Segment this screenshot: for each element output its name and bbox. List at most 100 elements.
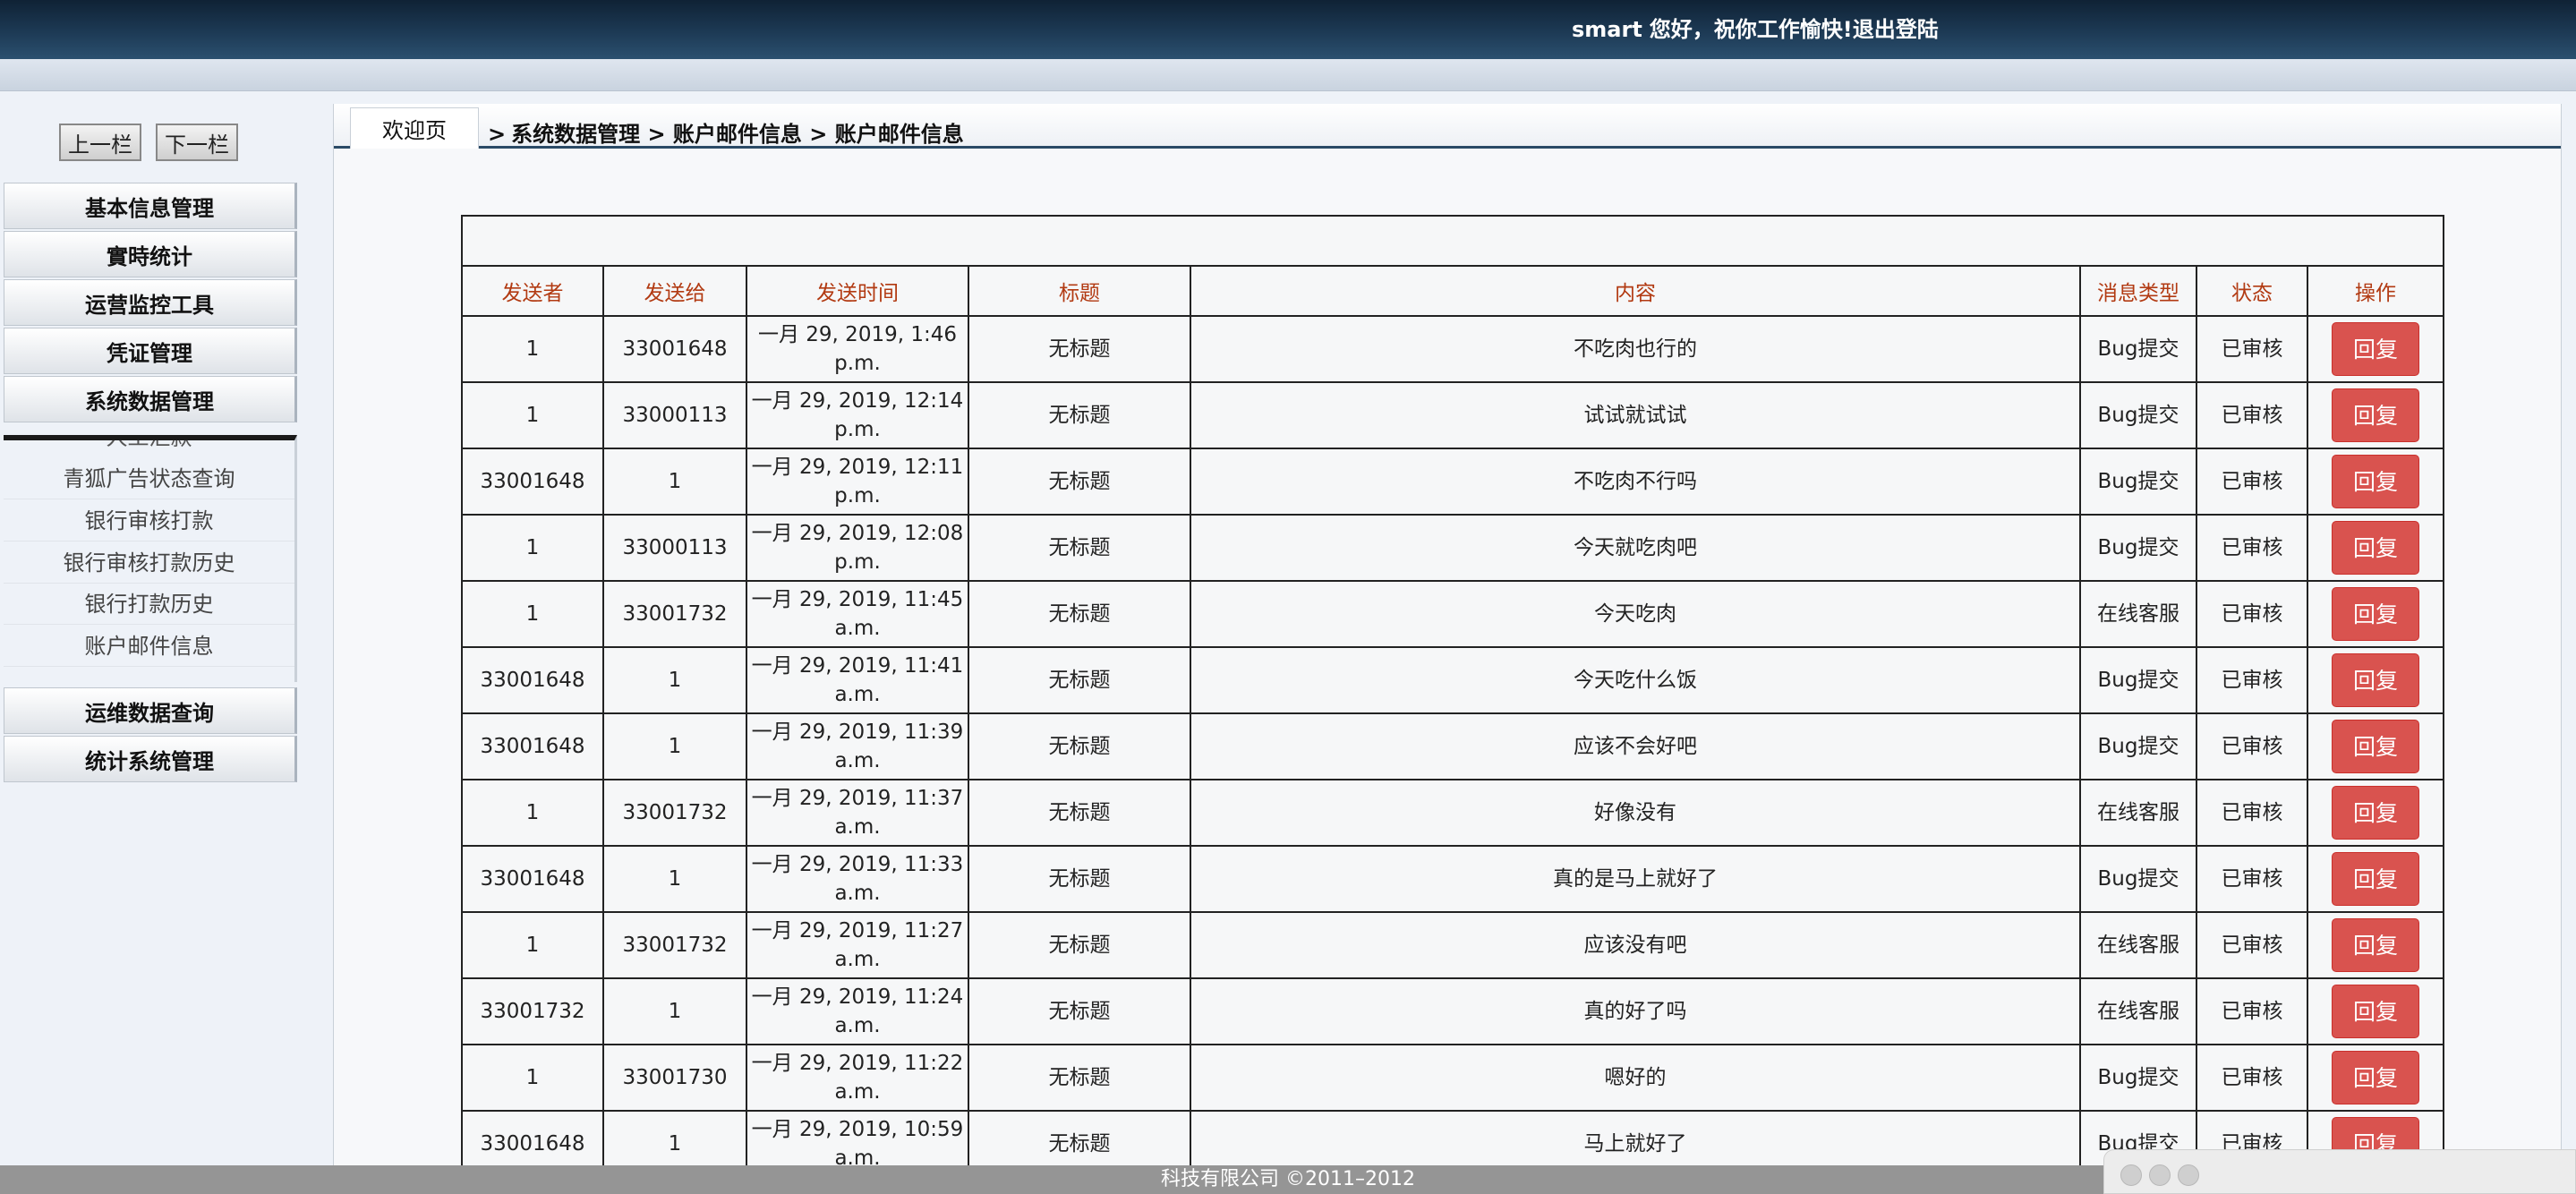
prev-section-button[interactable]: 上一栏 (59, 124, 141, 161)
menu-stats-system[interactable]: 统计系统管理 (4, 736, 297, 782)
cell-status: 已审核 (2196, 580, 2308, 648)
cell-action: 回复 (2307, 779, 2444, 847)
reply-button[interactable]: 回复 (2332, 720, 2419, 773)
cell-action: 回复 (2307, 911, 2444, 979)
reply-button[interactable]: 回复 (2332, 653, 2419, 707)
sidebar-menu-top: 基本信息管理 實時统计 运营监控工具 凭证管理 系统数据管理 (4, 183, 297, 424)
cell-action: 回复 (2307, 712, 2444, 780)
menu-voucher[interactable]: 凭证管理 (4, 328, 297, 374)
cell-time: 一月 29, 2019, 11:41 a.m. (746, 646, 969, 714)
next-section-button[interactable]: 下一栏 (156, 124, 238, 161)
cell-action: 回复 (2307, 448, 2444, 516)
cell-time: 一月 29, 2019, 11:45 a.m. (746, 580, 969, 648)
cell-sender: 1 (461, 1044, 604, 1112)
window-close-icon[interactable] (2120, 1164, 2142, 1186)
main-content: 欢迎页 > 系统数据管理 > 账户邮件信息 > 账户邮件信息 发送者 发送给 发送… (333, 104, 2562, 1178)
cell-status: 已审核 (2196, 514, 2308, 582)
submenu-item-partial[interactable]: 人工汇款 (4, 440, 294, 451)
table-row: 33001648 1 一月 29, 2019, 11:33 a.m. 无标题 真的是马上… (461, 845, 2444, 913)
cell-title: 无标题 (968, 779, 1191, 847)
cell-sender: 1 (461, 911, 604, 979)
cell-type: Bug提交 (2079, 1044, 2197, 1112)
menu-realtime-stats[interactable]: 實時统计 (4, 231, 297, 277)
username: smart (1572, 17, 1642, 42)
cell-type: Bug提交 (2079, 514, 2197, 582)
cell-sender: 33001648 (461, 845, 604, 913)
cell-content: 今天就吃肉吧 (1190, 514, 2081, 582)
cell-title: 无标题 (968, 646, 1191, 714)
cell-status: 已审核 (2196, 911, 2308, 979)
cell-action: 回复 (2307, 1044, 2444, 1112)
minimized-window[interactable] (2103, 1149, 2576, 1194)
table-row: 33001732 1 一月 29, 2019, 11:24 a.m. 无标题 真的好了吗… (461, 977, 2444, 1045)
cell-time: 一月 29, 2019, 12:11 p.m. (746, 448, 969, 516)
reply-button[interactable]: 回复 (2332, 587, 2419, 641)
sidebar: 上一栏 下一栏 基本信息管理 實時统计 运营监控工具 凭证管理 系统数据管理 人… (0, 91, 300, 1165)
cell-status: 已审核 (2196, 977, 2308, 1045)
window-minimize-icon[interactable] (2149, 1164, 2171, 1186)
window-zoom-icon[interactable] (2178, 1164, 2199, 1186)
mail-table-container: 发送者 发送给 发送时间 标题 内容 消息类型 状态 操作 1 33001648 一… (461, 215, 2444, 1178)
submenu-item-ad-status[interactable]: 青狐广告状态查询 (4, 458, 294, 499)
cell-content: 应该不会好吧 (1190, 712, 2081, 780)
submenu-item-bank-payment-history[interactable]: 银行打款历史 (4, 584, 294, 625)
welcome-tab[interactable]: 欢迎页 (350, 107, 479, 149)
cell-time: 一月 29, 2019, 11:22 a.m. (746, 1044, 969, 1112)
reply-button[interactable]: 回复 (2332, 786, 2419, 840)
col-header-type: 消息类型 (2079, 265, 2197, 317)
cell-type: 在线客服 (2079, 977, 2197, 1045)
cell-content: 试试就试试 (1190, 381, 2081, 449)
cell-sender: 1 (461, 580, 604, 648)
cell-title: 无标题 (968, 381, 1191, 449)
cell-action: 回复 (2307, 514, 2444, 582)
submenu-item-bank-review[interactable]: 银行审核打款 (4, 500, 294, 542)
table-header-row: 发送者 发送给 发送时间 标题 内容 消息类型 状态 操作 (461, 265, 2444, 317)
cell-content: 不吃肉也行的 (1190, 315, 2081, 383)
cell-time: 一月 29, 2019, 1:46 p.m. (746, 315, 969, 383)
cell-status: 已审核 (2196, 646, 2308, 714)
table-row: 1 33001732 一月 29, 2019, 11:27 a.m. 无标题 应该没有吧… (461, 911, 2444, 979)
cell-recipient: 33001730 (602, 1044, 747, 1112)
reply-button[interactable]: 回复 (2332, 852, 2419, 906)
submenu-item-bank-review-history[interactable]: 银行审核打款历史 (4, 542, 294, 584)
menu-basic-info[interactable]: 基本信息管理 (4, 183, 297, 229)
breadcrumb-path: > 系统数据管理 > 账户邮件信息 > 账户邮件信息 (468, 116, 964, 148)
reply-button[interactable]: 回复 (2332, 985, 2419, 1038)
menu-ops-monitor[interactable]: 运营监控工具 (4, 279, 297, 326)
cell-title: 无标题 (968, 911, 1191, 979)
menu-ops-data-query[interactable]: 运维数据查询 (4, 687, 297, 734)
cell-time: 一月 29, 2019, 11:27 a.m. (746, 911, 969, 979)
top-header: smart 您好，祝你工作愉快!退出登陆 (0, 0, 2576, 59)
cell-content: 好像没有 (1190, 779, 2081, 847)
cell-status: 已审核 (2196, 1044, 2308, 1112)
cell-sender: 1 (461, 779, 604, 847)
col-header-content: 内容 (1190, 265, 2081, 317)
reply-button[interactable]: 回复 (2332, 918, 2419, 972)
reply-button[interactable]: 回复 (2332, 455, 2419, 508)
cell-time: 一月 29, 2019, 11:33 a.m. (746, 845, 969, 913)
col-header-status: 状态 (2196, 265, 2308, 317)
cell-status: 已审核 (2196, 381, 2308, 449)
reply-button[interactable]: 回复 (2332, 388, 2419, 442)
breadcrumb-separator: > (488, 122, 507, 147)
menu-system-data[interactable]: 系统数据管理 (4, 376, 297, 422)
reply-button[interactable]: 回复 (2332, 521, 2419, 575)
cell-action: 回复 (2307, 845, 2444, 913)
reply-button[interactable]: 回复 (2332, 1051, 2419, 1104)
cell-title: 无标题 (968, 845, 1191, 913)
reply-button[interactable]: 回复 (2332, 322, 2419, 376)
cell-sender: 1 (461, 381, 604, 449)
breadcrumb-path-text: 系统数据管理 > 账户邮件信息 > 账户邮件信息 (511, 122, 964, 147)
cell-title: 无标题 (968, 315, 1191, 383)
cell-title: 无标题 (968, 514, 1191, 582)
cell-recipient: 33001732 (602, 779, 747, 847)
logout-link[interactable]: 退出登陆 (1853, 17, 1939, 42)
cell-recipient: 1 (602, 845, 747, 913)
cell-content: 真的是马上就好了 (1190, 845, 2081, 913)
cell-time: 一月 29, 2019, 12:08 p.m. (746, 514, 969, 582)
sidebar-nav-buttons: 上一栏 下一栏 (59, 124, 238, 161)
cell-type: 在线客服 (2079, 580, 2197, 648)
cell-sender: 33001648 (461, 448, 604, 516)
table-body: 1 33001648 一月 29, 2019, 1:46 p.m. 无标题 不吃肉也行的… (461, 315, 2444, 1178)
submenu-item-account-mail[interactable]: 账户邮件信息 (4, 626, 294, 667)
